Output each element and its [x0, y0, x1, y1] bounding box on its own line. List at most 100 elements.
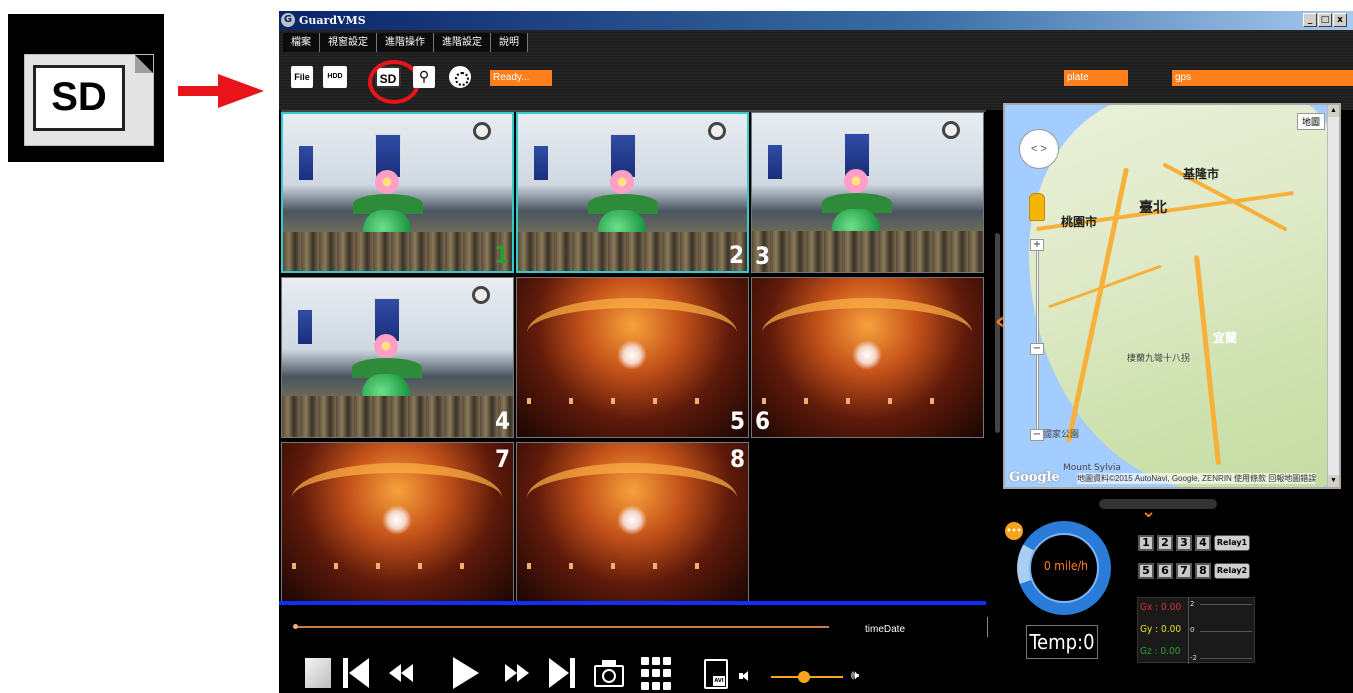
volume-high-icon[interactable]: 🕪 [851, 669, 869, 683]
sd-callout-zoom: SD [8, 14, 164, 162]
map-label-keelung: 基隆市 [1183, 167, 1220, 181]
window-title: GuardVMS [299, 14, 366, 27]
map-zoom-in-button[interactable]: + [1030, 239, 1044, 251]
g-sensor-y: Gy : 0.00 [1140, 624, 1182, 635]
relay-channel-5[interactable]: 5 [1138, 563, 1154, 579]
map-scrollbar[interactable]: ▲ ▼ [1327, 105, 1339, 487]
rewind-button[interactable] [389, 655, 419, 691]
temperature-readout: Temp:0 [1026, 625, 1098, 659]
map-zoom-track[interactable] [1036, 245, 1039, 435]
relay-channel-2[interactable]: 2 [1157, 535, 1173, 551]
skip-to-end-button[interactable] [549, 655, 577, 691]
video-channel-4[interactable]: 4 [281, 277, 514, 438]
g-sensor-panel: Gx : 0.00 Gy : 0.00 Gz : 0.00 2 0 -2 [1137, 597, 1255, 664]
street-view-pegman-icon[interactable] [1029, 193, 1045, 221]
map-label-taoyuan: 桃園市 [1061, 215, 1098, 229]
play-button[interactable] [451, 655, 481, 691]
video-grid: 1 2 3 4 5 6 7 8 [281, 110, 986, 603]
video-channel-7[interactable]: 7 [281, 442, 514, 603]
g-tick-top: 2 [1190, 600, 1195, 608]
map-collapse-bar[interactable] [1099, 499, 1217, 509]
menu-file[interactable]: 檔案 [283, 33, 320, 52]
video-channel-5[interactable]: 5 [516, 277, 749, 438]
map-label-yilan: 宜蘭 [1213, 331, 1238, 345]
timeline-knob[interactable] [293, 624, 298, 629]
map-label-mountain: Mount Sylvia [1063, 463, 1121, 473]
fast-forward-button[interactable] [503, 655, 533, 691]
avi-tag: AVI [713, 676, 725, 686]
channel-number: 8 [729, 445, 745, 473]
video-channel-2[interactable]: 2 [516, 112, 749, 273]
google-logo: Google [1009, 470, 1060, 485]
g-tick-mid: 0 [1190, 626, 1195, 634]
status-ready: Ready... [490, 70, 552, 86]
gauge-menu-button[interactable]: ••• [1005, 522, 1023, 540]
status-plate: plate [1064, 70, 1128, 86]
volume-low-icon[interactable] [739, 671, 749, 681]
g-sensor-x: Gx : 0.00 [1140, 602, 1182, 613]
grid-layout-icon[interactable] [641, 655, 671, 691]
g-tick-bottom: -2 [1190, 654, 1197, 662]
channel-number: 3 [755, 242, 771, 270]
file-source-button[interactable]: File [291, 66, 313, 88]
menu-advanced-settings[interactable]: 進階設定 [434, 33, 491, 52]
scroll-up-icon[interactable]: ▲ [1328, 105, 1339, 117]
map-zoom-knob[interactable]: − [1030, 343, 1044, 355]
video-channel-6[interactable]: 6 [751, 277, 984, 438]
snapshot-camera-icon[interactable] [594, 655, 624, 691]
relay-channel-7[interactable]: 7 [1176, 563, 1192, 579]
export-avi-button[interactable]: AVI [704, 659, 728, 689]
video-channel-1[interactable]: 1 [281, 112, 514, 273]
menu-advanced-operations[interactable]: 進階操作 [377, 33, 434, 52]
chevron-down-icon[interactable]: ⌄ [1141, 503, 1156, 521]
minimize-button[interactable]: _ [1303, 13, 1317, 27]
stop-button[interactable] [305, 658, 331, 688]
scroll-down-icon[interactable]: ▼ [1328, 475, 1339, 487]
map-pan-control[interactable]: < > [1019, 129, 1059, 169]
guardvms-window: G GuardVMS _ □ x 檔案 視窗設定 進階操作 進階設定 說明 Fi… [279, 11, 1353, 693]
channel-number: 1 [493, 241, 509, 269]
map-pin-icon[interactable]: ⚲ [413, 66, 435, 88]
relay1-button[interactable]: Relay1 [1214, 535, 1250, 551]
map-zoom-out-button[interactable]: − [1030, 429, 1044, 441]
sd-card-enlarged: SD [24, 54, 154, 146]
divider [987, 617, 988, 637]
skip-to-start-button[interactable] [343, 655, 371, 691]
video-channel-8[interactable]: 8 [516, 442, 749, 603]
channel-number: 6 [755, 407, 771, 435]
relay-channel-6[interactable]: 6 [1157, 563, 1173, 579]
video-channel-3[interactable]: 3 [751, 112, 984, 273]
menu-help[interactable]: 說明 [491, 33, 528, 52]
speed-readout: 0 mile/h [1044, 559, 1088, 573]
playback-timeline[interactable] [293, 624, 829, 629]
menu-window-settings[interactable]: 視窗設定 [320, 33, 377, 52]
relay-row-1: 1 2 3 4 Relay1 [1138, 535, 1250, 551]
grid-bottom-bar [279, 601, 986, 605]
relay-row-2: 5 6 7 8 Relay2 [1138, 563, 1250, 579]
callout-arrow-icon [218, 74, 264, 108]
map-panel[interactable]: 基隆市 臺北 桃園市 宜蘭 棲蘭九彎十八拐 國家公園 Mount Sylvia … [1003, 103, 1341, 489]
relay-channel-8[interactable]: 8 [1195, 563, 1211, 579]
map-type-button[interactable]: 地圖 [1296, 113, 1325, 130]
channel-number: 5 [729, 407, 745, 435]
relay-channel-3[interactable]: 3 [1176, 535, 1192, 551]
close-button[interactable]: x [1333, 13, 1347, 27]
relay-channel-1[interactable]: 1 [1138, 535, 1154, 551]
relay2-button[interactable]: Relay2 [1214, 563, 1250, 579]
menu-bar: 檔案 視窗設定 進階操作 進階設定 說明 [283, 33, 528, 52]
sd-callout-label: SD [33, 65, 125, 131]
wheel-icon[interactable] [449, 66, 471, 88]
map-label-taipei: 臺北 [1139, 200, 1167, 216]
map-attribution: 地圖資料©2015 AutoNavi, Google, ZENRIN 使用條款 … [1077, 473, 1317, 484]
status-gps: gps [1172, 70, 1353, 86]
volume-slider[interactable] [771, 671, 843, 683]
map-label-park: 國家公園 [1043, 430, 1080, 440]
hdd-source-button[interactable]: HDD [323, 66, 347, 88]
screenshot-root: SD G GuardVMS _ □ x 檔案 視窗設定 進階操作 進階設定 說明… [0, 0, 1353, 693]
map-label-road: 棲蘭九彎十八拐 [1127, 354, 1191, 364]
speed-gauge: 0 mile/h [1017, 521, 1111, 615]
volume-knob[interactable] [798, 671, 810, 683]
relay-channel-4[interactable]: 4 [1195, 535, 1211, 551]
maximize-button[interactable]: □ [1318, 13, 1332, 27]
card-fold [135, 55, 153, 73]
